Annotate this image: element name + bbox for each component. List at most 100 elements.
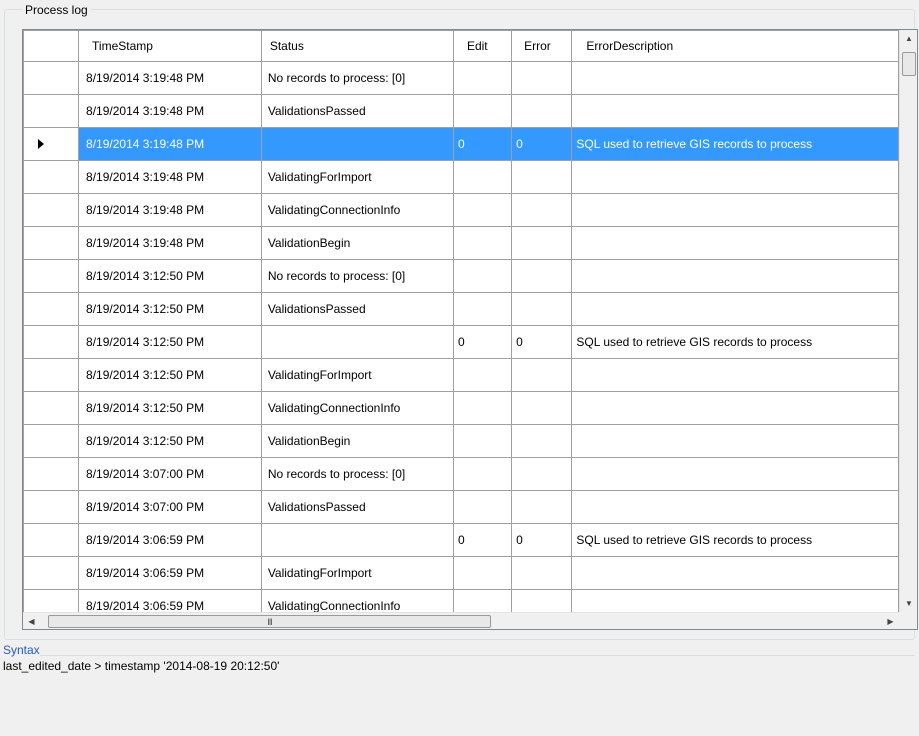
cell-errordescription[interactable] [571,589,899,612]
cell-errordescription[interactable] [571,193,899,227]
table-row[interactable]: 8/19/2014 3:19:48 PM ValidationsPassed [23,94,899,128]
row-header[interactable] [23,358,80,392]
cell-edit[interactable] [452,589,513,612]
scroll-right-arrow-icon[interactable]: ▶ [882,613,899,629]
cell-error[interactable] [511,61,573,95]
cell-errordescription[interactable] [571,391,899,425]
horizontal-scrollbar[interactable]: ◀ III ▶ [23,612,899,629]
table-row[interactable]: 8/19/2014 3:07:00 PM ValidationsPassed [23,490,899,524]
cell-status[interactable]: ValidatingConnectionInfo [260,193,454,227]
cell-timestamp[interactable]: 8/19/2014 3:12:50 PM [78,325,262,359]
row-header[interactable] [23,292,80,326]
cell-edit[interactable]: 0 [452,325,513,359]
table-row[interactable]: 8/19/2014 3:12:50 PM ValidationsPassed [23,292,899,326]
row-header[interactable] [23,193,80,227]
column-header-status[interactable]: Status [260,30,454,62]
cell-status[interactable]: No records to process: [0] [260,457,454,491]
cell-edit[interactable] [452,259,513,293]
row-header[interactable] [23,556,80,590]
cell-edit[interactable] [452,457,513,491]
table-row[interactable]: 8/19/2014 3:19:48 PM ValidatingConnection… [23,193,899,227]
cell-errordescription[interactable] [571,259,899,293]
row-header[interactable] [23,589,80,612]
row-header[interactable] [23,94,80,128]
cell-error[interactable] [511,391,573,425]
cell-errordescription[interactable] [571,226,899,260]
cell-timestamp[interactable]: 8/19/2014 3:19:48 PM [78,226,262,260]
cell-status[interactable]: ValidationBegin [260,424,454,458]
row-header[interactable] [23,424,80,458]
table-row[interactable]: 8/19/2014 3:06:59 PM ValidatingConnection… [23,589,899,612]
cell-errordescription[interactable] [571,424,899,458]
cell-timestamp[interactable]: 8/19/2014 3:12:50 PM [78,259,262,293]
row-header-corner[interactable] [23,30,80,62]
cell-timestamp[interactable]: 8/19/2014 3:12:50 PM [78,358,262,392]
cell-errordescription[interactable]: SQL used to retrieve GIS records to proc… [571,127,899,161]
table-row[interactable]: 8/19/2014 3:19:48 PM 0 0 SQL used to retrie… [23,127,899,161]
cell-error[interactable] [511,457,573,491]
cell-edit[interactable] [452,391,513,425]
column-header-timestamp[interactable]: TimeStamp [78,30,262,62]
cell-status[interactable] [260,325,454,359]
cell-errordescription[interactable]: SQL used to retrieve GIS records to proc… [571,523,899,557]
row-header[interactable] [23,457,80,491]
cell-timestamp[interactable]: 8/19/2014 3:12:50 PM [78,424,262,458]
column-header-error[interactable]: Error [511,30,573,62]
cell-status[interactable]: ValidatingForImport [260,556,454,590]
cell-edit[interactable] [452,292,513,326]
cell-status[interactable]: ValidationsPassed [260,292,454,326]
column-header-edit[interactable]: Edit [452,30,513,62]
cell-timestamp[interactable]: 8/19/2014 3:12:50 PM [78,292,262,326]
cell-edit[interactable]: 0 [452,523,513,557]
cell-timestamp[interactable]: 8/19/2014 3:19:48 PM [78,127,262,161]
cell-status[interactable]: ValidatingForImport [260,160,454,194]
cell-timestamp[interactable]: 8/19/2014 3:06:59 PM [78,556,262,590]
cell-timestamp[interactable]: 8/19/2014 3:06:59 PM [78,523,262,557]
cell-edit[interactable] [452,490,513,524]
vertical-scroll-thumb[interactable] [902,52,916,76]
row-header[interactable] [23,259,80,293]
row-header[interactable] [23,61,80,95]
cell-timestamp[interactable]: 8/19/2014 3:19:48 PM [78,193,262,227]
process-log-grid[interactable]: TimeStamp Status Edit Error ErrorDescrip… [22,29,918,630]
cell-edit[interactable] [452,160,513,194]
scroll-down-arrow-icon[interactable]: ▼ [900,595,917,612]
cell-edit[interactable] [452,61,513,95]
cell-timestamp[interactable]: 8/19/2014 3:07:00 PM [78,457,262,491]
cell-edit[interactable]: 0 [452,127,513,161]
cell-timestamp[interactable]: 8/19/2014 3:07:00 PM [78,490,262,524]
cell-status[interactable]: ValidatingConnectionInfo [260,391,454,425]
cell-errordescription[interactable] [571,160,899,194]
row-header[interactable] [23,226,80,260]
cell-status[interactable] [260,523,454,557]
scroll-up-arrow-icon[interactable]: ▲ [900,30,917,47]
table-row[interactable]: 8/19/2014 3:12:50 PM ValidationBegin [23,424,899,458]
cell-status[interactable] [260,127,454,161]
row-header[interactable] [23,160,80,194]
cell-error[interactable] [511,259,573,293]
cell-status[interactable]: ValidationsPassed [260,490,454,524]
cell-status[interactable]: ValidatingConnectionInfo [260,589,454,612]
cell-errordescription[interactable] [571,61,899,95]
cell-status[interactable]: ValidationsPassed [260,94,454,128]
table-row[interactable]: 8/19/2014 3:06:59 PM ValidatingForImport [23,556,899,590]
table-row[interactable]: 8/19/2014 3:12:50 PM ValidatingForImport [23,358,899,392]
cell-error[interactable]: 0 [511,523,573,557]
table-row[interactable]: 8/19/2014 3:12:50 PM No records to proces… [23,259,899,293]
cell-edit[interactable] [452,226,513,260]
cell-error[interactable] [511,556,573,590]
cell-status[interactable]: No records to process: [0] [260,61,454,95]
cell-errordescription[interactable] [571,358,899,392]
cell-error[interactable] [511,160,573,194]
horizontal-scroll-thumb[interactable]: III [48,615,491,628]
scroll-left-arrow-icon[interactable]: ◀ [23,613,40,629]
cell-error[interactable] [511,358,573,392]
cell-errordescription[interactable] [571,556,899,590]
cell-error[interactable]: 0 [511,325,573,359]
cell-errordescription[interactable] [571,292,899,326]
table-row[interactable]: 8/19/2014 3:19:48 PM ValidatingForImport [23,160,899,194]
vertical-scrollbar[interactable]: ▲ ▼ [899,30,917,612]
cell-error[interactable] [511,226,573,260]
row-header[interactable] [23,325,80,359]
cell-timestamp[interactable]: 8/19/2014 3:19:48 PM [78,94,262,128]
